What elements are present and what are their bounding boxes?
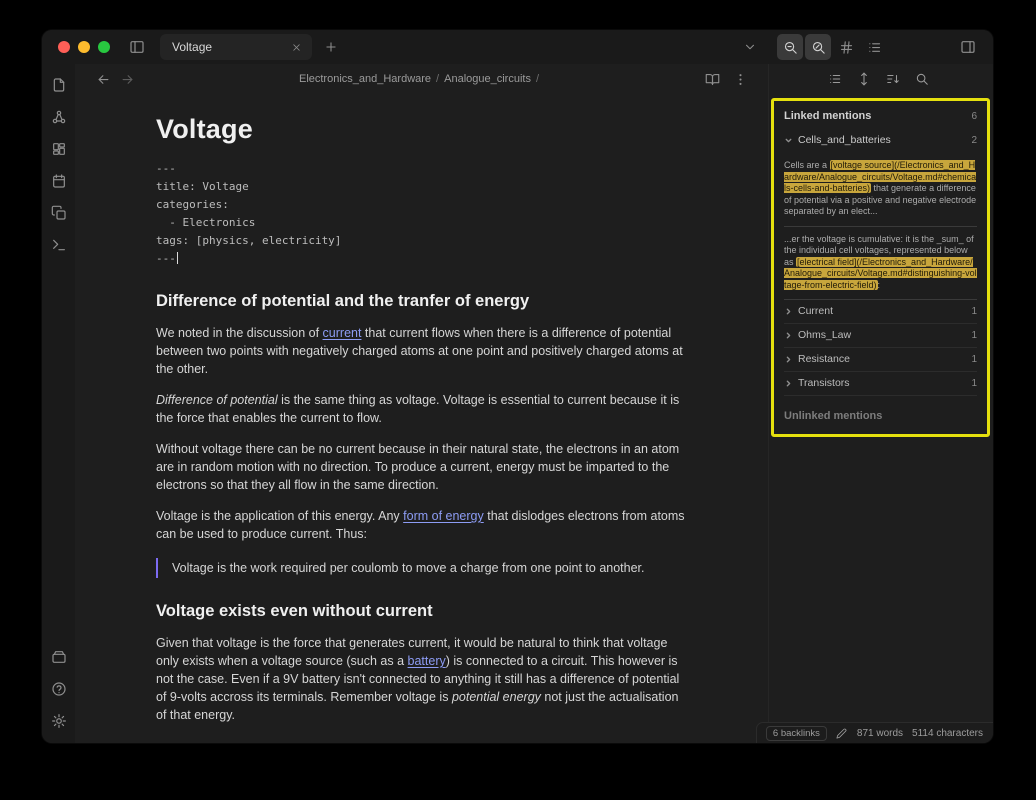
paragraph: Given that voltage is the force that gen… (156, 634, 688, 724)
unlink-search-icon[interactable] (805, 34, 831, 60)
linked-mentions-count: 6 (971, 111, 977, 122)
emphasis-text: potential energy (452, 690, 541, 704)
back-icon[interactable] (91, 67, 115, 91)
search-result[interactable]: Cells are a [voltage source](/Electronic… (784, 153, 977, 227)
panel-right-icon[interactable] (955, 34, 981, 60)
chevron-down-icon[interactable] (737, 34, 763, 60)
paragraph: Difference of potential is the same thin… (156, 391, 688, 427)
section-heading: Difference of potential and the tranfer … (156, 292, 688, 311)
breadcrumb: Electronics_and_Hardware / Analogue_circui… (299, 73, 544, 85)
minimize-window-button[interactable] (78, 41, 90, 53)
forward-icon[interactable] (115, 67, 139, 91)
group-count: 1 (971, 378, 977, 389)
internal-link-battery[interactable]: battery (408, 654, 446, 668)
frontmatter-line: - Electronics (156, 214, 688, 232)
backlink-group-cells-and-batteries[interactable]: Cells_and_batteries 2 (784, 134, 977, 146)
bullet-list-icon[interactable] (861, 34, 887, 60)
edit-mode-icon[interactable] (836, 727, 848, 739)
terminal-icon[interactable] (47, 233, 71, 257)
hash-icon[interactable] (833, 34, 859, 60)
note-title: Voltage (156, 114, 688, 145)
paragraph: Voltage is the application of this energ… (156, 507, 688, 543)
frontmatter-line: tags: [physics, electricity] (156, 232, 688, 250)
section-heading: Voltage exists even without current (156, 602, 688, 621)
vault-switcher-icon[interactable] (47, 645, 71, 669)
backlink-group-transistors[interactable]: Transistors 1 (784, 372, 977, 396)
tab-title: Voltage (172, 40, 287, 54)
reading-mode-icon[interactable] (700, 67, 724, 91)
calendar-icon[interactable] (47, 169, 71, 193)
graph-icon[interactable] (47, 105, 71, 129)
frontmatter-line: --- (156, 250, 688, 268)
emphasis-text: Difference of potential (156, 393, 278, 407)
templates-icon[interactable] (47, 201, 71, 225)
paragraph: We noted in the discussion of current th… (156, 324, 688, 378)
frontmatter-line: categories: (156, 196, 688, 214)
chevron-right-icon (784, 355, 793, 364)
help-icon[interactable] (47, 677, 71, 701)
app-window: Voltage (42, 30, 993, 743)
backlinks-toolbar (769, 64, 993, 94)
chevron-right-icon (784, 379, 793, 388)
zoom-window-button[interactable] (98, 41, 110, 53)
blockquote: Voltage is the work required per coulomb… (156, 558, 688, 578)
chevron-right-icon (784, 307, 793, 316)
backlink-group-ohms-law[interactable]: Ohms_Law 1 (784, 324, 977, 348)
breadcrumb-separator: / (536, 73, 539, 85)
word-count: 871 words (857, 728, 903, 739)
more-options-icon[interactable] (728, 67, 752, 91)
group-count: 2 (971, 135, 977, 146)
new-tab-button[interactable] (318, 34, 344, 60)
breadcrumb-separator: / (436, 73, 439, 85)
close-window-button[interactable] (58, 41, 70, 53)
show-context-icon[interactable] (855, 70, 873, 88)
text-cursor (177, 252, 178, 264)
search-result[interactable]: ...er the voltage is cumulative: it is t… (784, 227, 977, 301)
traffic-lights (58, 41, 110, 53)
panel-left-icon[interactable] (124, 34, 150, 60)
breadcrumb-item[interactable]: Analogue_circuits (444, 73, 531, 85)
match-highlight: [electrical field](/Electronics_and_Hard… (784, 257, 977, 290)
new-note-icon[interactable] (47, 73, 71, 97)
backlink-group-current[interactable]: Current 1 (784, 300, 977, 324)
link-search-icon[interactable] (777, 34, 803, 60)
collapse-results-icon[interactable] (826, 70, 844, 88)
backlink-group-resistance[interactable]: Resistance 1 (784, 348, 977, 372)
group-count: 1 (971, 330, 977, 341)
annotation-highlight-box: Linked mentions 6 Cells_and_batteries 2 … (771, 98, 990, 437)
group-count: 1 (971, 354, 977, 365)
internal-link-form-of-energy[interactable]: form of energy (403, 509, 484, 523)
tab-voltage[interactable]: Voltage (160, 34, 312, 60)
unlinked-mentions-header[interactable]: Unlinked mentions (784, 410, 977, 422)
settings-icon[interactable] (47, 709, 71, 733)
group-count: 1 (971, 306, 977, 317)
status-bar: 6 backlinks 871 words 5114 characters (756, 722, 993, 743)
frontmatter: --- title: Voltage categories: - Electro… (156, 160, 688, 268)
view-header: Electronics_and_Hardware / Analogue_circui… (75, 64, 768, 94)
close-icon[interactable] (287, 38, 305, 56)
note-editor[interactable]: Voltage --- title: Voltage categories: -… (75, 94, 768, 743)
left-ribbon (42, 64, 75, 743)
editor-pane: Electronics_and_Hardware / Analogue_circui… (75, 64, 768, 743)
internal-link-current[interactable]: current (323, 326, 362, 340)
right-sidebar: Linked mentions 6 Cells_and_batteries 2 … (768, 64, 993, 743)
character-count: 5114 characters (912, 728, 983, 739)
backlink-count[interactable]: 6 backlinks (766, 726, 827, 741)
search-icon[interactable] (913, 70, 931, 88)
chevron-right-icon (784, 331, 793, 340)
chevron-down-icon (784, 136, 793, 145)
canvas-icon[interactable] (47, 137, 71, 161)
paragraph: Without voltage there can be no current … (156, 440, 688, 494)
linked-mentions-header[interactable]: Linked mentions 6 (784, 110, 977, 122)
frontmatter-line: --- (156, 160, 688, 178)
breadcrumb-item[interactable]: Electronics_and_Hardware (299, 73, 431, 85)
frontmatter-line: title: Voltage (156, 178, 688, 196)
titlebar: Voltage (42, 30, 993, 64)
sort-order-icon[interactable] (884, 70, 902, 88)
